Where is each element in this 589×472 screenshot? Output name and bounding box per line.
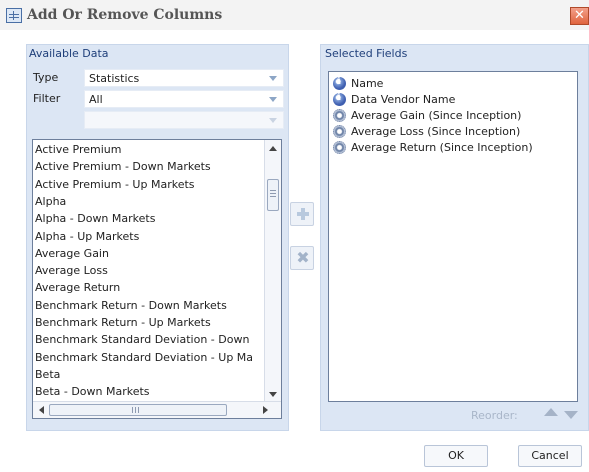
chevron-down-icon <box>269 97 277 102</box>
move-down-arrow-icon[interactable] <box>564 411 578 419</box>
list-item[interactable]: Benchmark Return - Down Markets <box>35 299 227 316</box>
filter-select-value: All <box>89 93 103 106</box>
list-item[interactable]: Alpha - Down Markets <box>35 212 155 229</box>
vertical-scroll-thumb[interactable] <box>267 178 279 211</box>
list-item[interactable]: Benchmark Return - Up Markets <box>35 316 211 333</box>
list-item[interactable]: Active Premium - Down Markets <box>35 160 211 177</box>
info-icon <box>333 92 346 106</box>
selected-field-label: Name <box>351 77 384 90</box>
available-data-header: Available Data <box>29 47 109 60</box>
sub-filter-select[interactable] <box>84 111 284 129</box>
scroll-left-arrow-icon[interactable] <box>39 406 44 414</box>
gear-icon <box>333 109 346 122</box>
gear-icon <box>333 141 346 154</box>
reorder-label: Reorder: <box>471 409 518 422</box>
move-up-arrow-icon[interactable] <box>544 408 558 416</box>
list-item[interactable]: Average Loss <box>35 264 108 281</box>
available-data-panel: Available Data Type Statistics Filter Al… <box>26 44 289 431</box>
filter-select[interactable]: All <box>84 90 284 108</box>
scroll-down-arrow-icon[interactable] <box>269 392 277 397</box>
horizontal-scroll-thumb[interactable] <box>49 404 227 416</box>
gear-icon <box>333 125 346 138</box>
type-select[interactable]: Statistics <box>84 69 284 87</box>
selected-field-label: Data Vendor Name <box>351 93 456 106</box>
close-button[interactable]: ✕ <box>570 7 589 25</box>
list-item[interactable]: Alpha - Up Markets <box>35 230 139 247</box>
chevron-down-icon <box>269 118 277 123</box>
selected-fields-header: Selected Fields <box>325 47 408 60</box>
list-item[interactable]: Beta - Down Markets <box>35 385 150 402</box>
vertical-scrollbar[interactable] <box>264 140 281 403</box>
title-bar: Add Or Remove Columns ✕ <box>0 0 589 30</box>
filter-row: Filter All <box>30 90 288 108</box>
selected-field-label: Average Return (Since Inception) <box>351 141 533 154</box>
list-item[interactable]: Average Gain <box>35 247 109 264</box>
sub-filter-row <box>30 111 288 129</box>
info-icon <box>333 76 346 90</box>
ok-button[interactable]: OK <box>424 445 488 467</box>
type-row: Type Statistics <box>30 69 288 87</box>
selected-fields-panel: Selected Fields Name Data Vendor Name Aver… <box>320 44 589 431</box>
available-fields-list[interactable]: Active Premium Active Premium - Down Mark… <box>32 139 282 419</box>
filter-label: Filter <box>33 92 61 105</box>
window-title: Add Or Remove Columns <box>27 7 223 23</box>
scroll-up-arrow-icon[interactable] <box>269 146 277 151</box>
list-item[interactable]: Active Premium - Up Markets <box>35 178 195 195</box>
selected-field-label: Average Loss (Since Inception) <box>351 125 521 138</box>
add-field-button[interactable] <box>290 202 314 226</box>
list-item[interactable]: Benchmark Standard Deviation - Up Ma <box>35 351 253 368</box>
remove-icon: ✖ <box>296 248 310 267</box>
type-label: Type <box>33 71 59 84</box>
list-item[interactable]: Beta <box>35 368 60 385</box>
table-columns-icon <box>6 8 22 23</box>
scroll-right-arrow-icon[interactable] <box>263 406 268 414</box>
selected-field-label: Average Gain (Since Inception) <box>351 109 522 122</box>
list-item[interactable]: Alpha <box>35 195 66 212</box>
chevron-down-icon <box>269 76 277 81</box>
cancel-button[interactable]: Cancel <box>518 445 582 467</box>
type-select-value: Statistics <box>89 72 140 85</box>
list-item[interactable]: Average Return <box>35 281 120 298</box>
remove-field-button[interactable]: ✖ <box>290 246 314 270</box>
horizontal-scrollbar[interactable] <box>33 401 281 418</box>
list-item[interactable]: Active Premium <box>35 143 121 160</box>
selected-fields-list[interactable]: Name Data Vendor Name Average Gain (Since … <box>328 71 578 402</box>
plus-icon <box>297 208 309 220</box>
list-item[interactable]: Benchmark Standard Deviation - Down <box>35 333 249 350</box>
